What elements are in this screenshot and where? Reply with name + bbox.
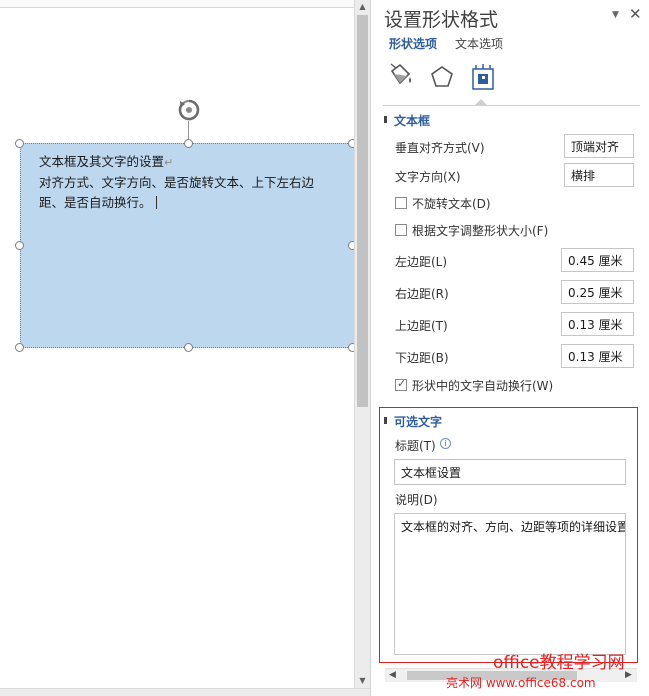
vertical-align-select[interactable]: 顶端对齐 [564,134,634,158]
fill-line-icon[interactable] [385,62,415,94]
no-rotate-checkbox[interactable] [395,197,407,209]
section-expanded-icon[interactable] [384,116,387,123]
alt-description-textarea[interactable]: 文本框的对齐、方向、边距等项的详细设置 [394,513,626,655]
category-divider [383,105,640,106]
watermark-title: office教程学习网 [493,653,625,673]
alt-title-input[interactable]: 文本框设置 [394,459,626,485]
layout-properties-icon[interactable] [468,62,498,94]
resize-handle-bottom-left[interactable] [15,343,24,352]
right-margin-label: 右边距(R) [395,287,449,301]
scroll-left-arrow-icon[interactable]: ◀ [389,670,396,680]
paragraph-mark-icon: ↵ [164,156,174,169]
scrollbar-thumb[interactable] [357,15,368,407]
vertical-align-label: 垂直对齐方式(V) [395,141,485,155]
document-vertical-scrollbar[interactable]: ▲ ▼ [354,0,370,688]
info-icon[interactable]: i [440,438,451,449]
pane-options-dropdown-icon[interactable]: ▼ [612,10,619,20]
checkmark-icon: ✓ [397,377,407,390]
scroll-right-arrow-icon[interactable]: ▶ [625,670,632,680]
resize-shape-label[interactable]: 根据文字调整形状大小(F) [412,222,548,239]
tab-text-options[interactable]: 文本选项 [455,35,503,52]
watermark-url: 亮术网 www.office68.com [446,676,596,690]
text-box-shape[interactable]: 文本框及其文字的设置↵ 对齐方式、文字方向、是否旋转文本、上下左右边 距、是否自… [20,143,360,348]
document-page[interactable] [0,8,348,688]
alt-description-label: 说明(D) [395,493,438,507]
text-box-line: 距、是否自动换行。 [39,193,359,213]
pane-title: 设置形状格式 [384,9,499,31]
bottom-margin-input[interactable]: 0.13 厘米 [561,344,634,368]
rotate-handle-icon[interactable] [177,98,201,122]
document-canvas[interactable]: 文本框及其文字的设置↵ 对齐方式、文字方向、是否旋转文本、上下左右边 距、是否自… [0,0,360,688]
text-box-content[interactable]: 文本框及其文字的设置↵ 对齐方式、文字方向、是否旋转文本、上下左右边 距、是否自… [39,152,359,213]
word-wrap-checkbox[interactable]: ✓ [395,377,407,391]
section-title-alt-text[interactable]: 可选文字 [394,413,442,430]
section-title-textbox[interactable]: 文本框 [394,112,430,129]
format-shape-pane: 设置形状格式 ▼ ✕ 形状选项 文本选项 文本框 垂直对齐方式(V) 顶端对齐 … [370,0,649,696]
document-horizontal-scrollbar[interactable] [0,688,370,696]
no-rotate-label[interactable]: 不旋转文本(D) [412,195,491,212]
bottom-margin-label: 下边距(B) [395,351,449,365]
close-icon[interactable]: ✕ [629,5,642,23]
resize-handle-bottom[interactable] [184,343,193,352]
resize-handle-left[interactable] [15,241,24,250]
right-margin-input[interactable]: 0.25 厘米 [561,280,634,304]
section-expanded-icon[interactable] [384,417,387,424]
left-margin-input[interactable]: 0.45 厘米 [561,248,634,272]
text-direction-label: 文字方向(X) [395,170,461,184]
top-margin-label: 上边距(T) [395,319,448,333]
text-direction-select[interactable]: 横排 [564,163,634,187]
effects-pentagon-icon[interactable] [427,62,457,94]
text-box-line: 文本框及其文字的设置↵ [39,154,174,169]
left-margin-label: 左边距(L) [395,255,448,269]
resize-shape-checkbox[interactable] [395,224,407,236]
text-box-line: 对齐方式、文字方向、是否旋转文本、上下左右边 [39,175,315,190]
alt-title-label: 标题(T) [395,439,436,453]
resize-handle-top-left[interactable] [15,139,24,148]
scroll-down-arrow-icon[interactable]: ▼ [355,674,370,688]
top-margin-input[interactable]: 0.13 厘米 [561,312,634,336]
tab-shape-options[interactable]: 形状选项 [389,35,437,52]
scroll-up-arrow-icon[interactable]: ▲ [355,0,370,14]
word-wrap-label[interactable]: 形状中的文字自动换行(W) [412,377,553,394]
text-cursor [155,196,157,209]
document-top-margin [0,0,354,8]
resize-handle-top[interactable] [184,139,193,148]
